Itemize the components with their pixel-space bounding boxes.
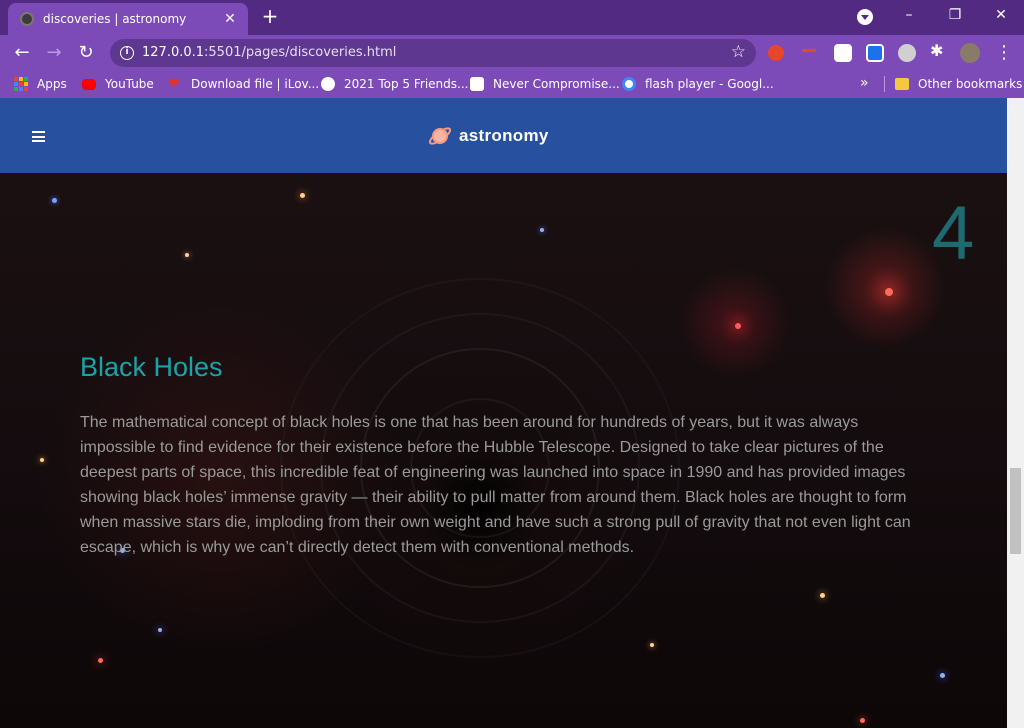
url-text: 127.0.0.1:5501/pages/discoveries.html <box>142 45 396 60</box>
browser-tab[interactable]: discoveries | astronomy ✕ <box>8 3 248 35</box>
back-button[interactable]: ← <box>8 39 36 67</box>
site-info-icon[interactable]: i <box>120 46 134 60</box>
restore-button[interactable]: ❐ <box>932 0 978 30</box>
forward-button[interactable]: → <box>40 39 68 67</box>
bookmark-label: Download file | iLov... <box>191 77 320 91</box>
section-body: The mathematical concept of black holes … <box>80 414 911 556</box>
close-tab-icon[interactable]: ✕ <box>222 11 238 27</box>
site-header: astronomy <box>0 98 1007 173</box>
page-viewport: astronomy 4 Black Holes The mathematical… <box>0 98 1007 728</box>
other-bookmarks[interactable]: Other bookmarks <box>895 75 1022 93</box>
star <box>40 458 44 462</box>
tab-search-icon[interactable] <box>857 9 873 25</box>
browser-titlebar: discoveries | astronomy ✕ + – ❐ ✕ <box>0 0 1024 35</box>
hamburger-menu-icon[interactable] <box>32 131 45 142</box>
star <box>158 628 162 632</box>
equals-extension-icon[interactable] <box>802 49 816 52</box>
brand[interactable]: astronomy <box>427 123 549 149</box>
star <box>860 718 865 723</box>
globe-icon <box>20 12 34 26</box>
youtube-icon <box>82 78 96 90</box>
bookmark-youtube[interactable]: YouTube <box>82 75 154 93</box>
heart-icon: ❤ <box>168 76 180 92</box>
star <box>885 288 893 296</box>
bookmarks-divider <box>884 76 885 92</box>
star <box>820 593 825 598</box>
url-path: :5501/pages/discoveries.html <box>204 45 397 60</box>
url-host: 127.0.0.1 <box>142 45 205 60</box>
apps-grid-icon <box>14 77 28 91</box>
browser-menu-icon[interactable]: ⋮ <box>994 39 1014 67</box>
bookmarks-bar: Apps YouTube ❤ Download file | iLov... 2… <box>0 70 1024 98</box>
bookmark-label: Apps <box>37 77 67 91</box>
bookmark-flash-player[interactable]: flash player - Googl... <box>622 75 774 93</box>
google-icon <box>622 77 636 91</box>
tab-title: discoveries | astronomy <box>43 12 187 26</box>
globe-icon <box>321 77 335 91</box>
bookmark-top5[interactable]: 2021 Top 5 Friends... <box>321 75 468 93</box>
bookmark-never-compromise[interactable]: Never Compromise... <box>470 75 620 93</box>
planet-logo-icon <box>428 127 452 145</box>
star <box>540 228 544 232</box>
close-window-button[interactable]: ✕ <box>978 0 1024 30</box>
profile-avatar[interactable] <box>960 43 980 63</box>
extensions-puzzle-icon[interactable]: ✱ <box>930 42 948 60</box>
star <box>735 323 741 329</box>
star <box>650 643 654 647</box>
shield-icon <box>470 77 484 91</box>
bookmark-label: 2021 Top 5 Friends... <box>344 77 469 91</box>
bookmark-ilovepdf[interactable]: ❤ Download file | iLov... <box>168 75 319 93</box>
bookmark-label: Never Compromise... <box>493 77 620 91</box>
section-title: Black Holes <box>80 352 223 382</box>
page-scrollbar[interactable] <box>1007 98 1024 728</box>
more-bookmarks-icon[interactable]: » <box>860 75 869 91</box>
minimize-button[interactable]: – <box>886 0 932 30</box>
browser-toolbar: ← → ↻ i 127.0.0.1:5501/pages/discoveries… <box>0 35 1024 70</box>
star <box>98 658 103 663</box>
folder-icon <box>895 78 909 90</box>
bookmark-star-icon[interactable]: ☆ <box>731 42 746 62</box>
bookmark-label: flash player - Googl... <box>645 77 774 91</box>
star <box>300 193 305 198</box>
brand-name: astronomy <box>459 126 549 145</box>
star <box>940 673 945 678</box>
new-tab-button[interactable]: + <box>258 4 282 28</box>
scrollbar-thumb[interactable] <box>1010 468 1021 554</box>
screen-extension-icon[interactable] <box>866 44 884 62</box>
reload-button[interactable]: ↻ <box>72 39 100 67</box>
address-bar[interactable]: i 127.0.0.1:5501/pages/discoveries.html … <box>110 39 756 67</box>
bookmark-label: YouTube <box>105 77 154 91</box>
cloud-extension-icon[interactable] <box>834 44 852 62</box>
star <box>52 198 57 203</box>
other-bookmarks-label: Other bookmarks <box>918 77 1023 91</box>
bookmark-apps[interactable]: Apps <box>14 75 67 93</box>
globe-extension-icon[interactable] <box>898 44 916 62</box>
star <box>185 253 189 257</box>
infinity-extension-icon[interactable] <box>768 45 784 61</box>
section-number: 4 <box>932 191 975 276</box>
